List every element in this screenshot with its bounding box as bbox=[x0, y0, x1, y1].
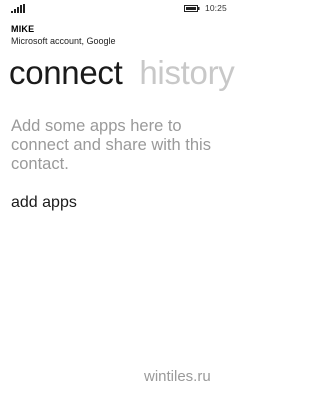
clock: 10:25 bbox=[205, 3, 227, 13]
empty-state-message: Add some apps here to connect and share … bbox=[11, 117, 211, 173]
status-bar: 10:25 bbox=[0, 0, 240, 18]
pivot-header: connect history bbox=[9, 52, 242, 94]
signal-bars-icon bbox=[11, 4, 25, 13]
battery-icon bbox=[184, 5, 200, 12]
tab-history[interactable]: history bbox=[139, 52, 234, 94]
contact-accounts: Microsoft account, Google bbox=[11, 36, 116, 46]
tab-connect[interactable]: connect bbox=[9, 52, 123, 94]
add-apps-link[interactable]: add apps bbox=[11, 194, 77, 212]
contact-name: MIKE bbox=[11, 24, 35, 34]
watermark: wintiles.ru bbox=[144, 368, 211, 385]
